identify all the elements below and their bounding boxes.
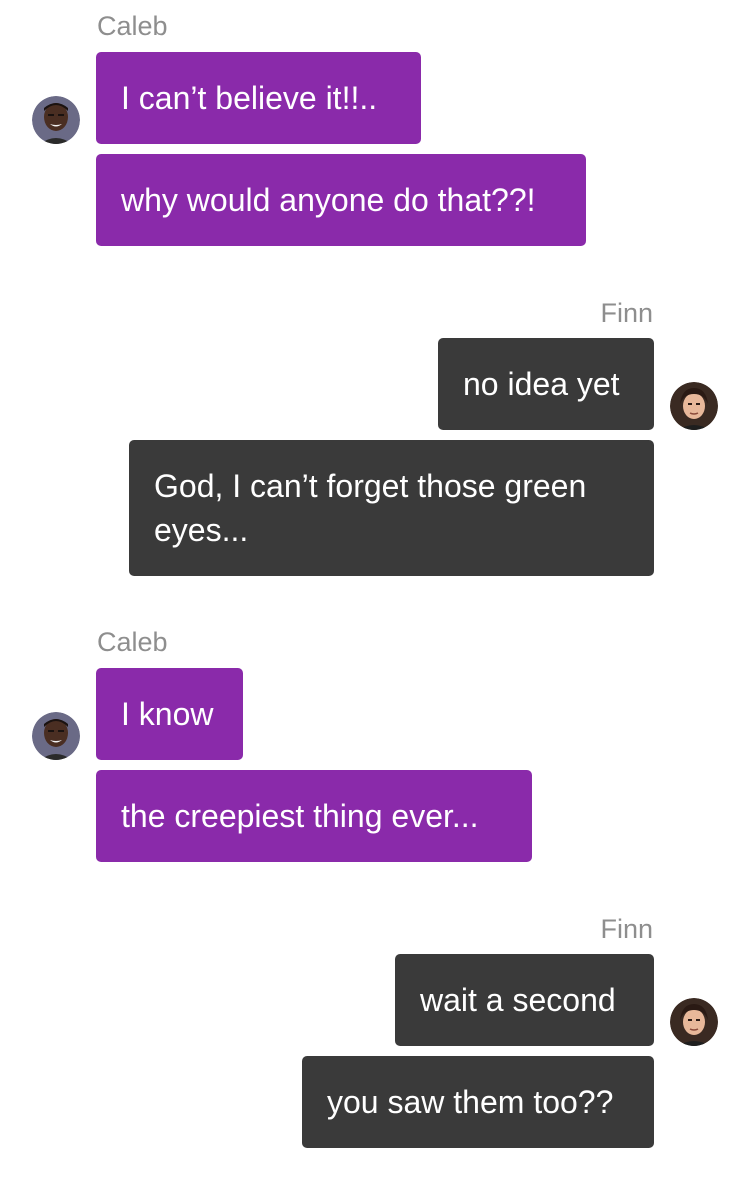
message-bubble[interactable]: you saw them too??	[302, 1056, 654, 1148]
caleb-avatar-icon[interactable]	[32, 712, 80, 760]
message-bubble[interactable]: why would anyone do that??!	[96, 154, 586, 246]
sender-name: Finn	[600, 914, 653, 944]
message-text: God, I can’t forget those green eyes...	[154, 468, 587, 548]
sender-name: Caleb	[97, 11, 168, 41]
message-text: I can’t believe it!!..	[121, 80, 378, 116]
message-bubble[interactable]: no idea yet	[438, 338, 654, 430]
message-text: why would anyone do that??!	[121, 182, 536, 218]
message-text: wait a second	[420, 982, 616, 1018]
finn-avatar-icon[interactable]	[670, 382, 718, 430]
caleb-avatar-icon[interactable]	[32, 96, 80, 144]
sender-name: Finn	[600, 298, 653, 328]
message-bubble[interactable]: I know	[96, 668, 243, 760]
message-text: the creepiest thing ever...	[121, 798, 479, 834]
message-bubble[interactable]: the creepiest thing ever...	[96, 770, 532, 862]
message-text: I know	[121, 696, 214, 732]
message-bubble[interactable]: God, I can’t forget those green eyes...	[129, 440, 654, 576]
message-text: you saw them too??	[327, 1084, 614, 1120]
finn-avatar-icon[interactable]	[670, 998, 718, 1046]
sender-name: Caleb	[97, 627, 168, 657]
message-text: no idea yet	[463, 366, 620, 402]
message-bubble[interactable]: wait a second	[395, 954, 654, 1046]
message-bubble[interactable]: I can’t believe it!!..	[96, 52, 421, 144]
